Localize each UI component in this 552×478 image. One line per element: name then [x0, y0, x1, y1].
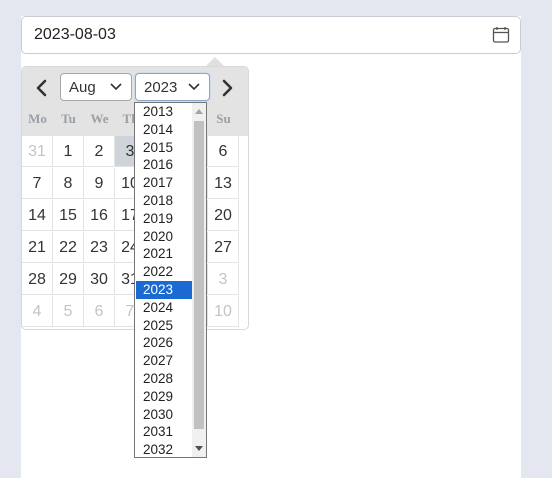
day-cell[interactable]: 30	[84, 264, 115, 295]
day-cell[interactable]: 27	[208, 232, 239, 263]
year-dropdown-list[interactable]: 2013 2014 2015 2016 2017 2018 2019 2020 2021 2022…	[134, 102, 207, 458]
next-month-button[interactable]	[217, 77, 239, 99]
chevron-down-icon	[110, 83, 122, 91]
year-option[interactable]: 2032	[136, 441, 192, 457]
month-select-value: Aug	[69, 79, 96, 96]
date-input-value: 2023-08-03	[34, 26, 116, 43]
chevron-left-icon	[36, 79, 47, 97]
chevron-right-icon	[222, 79, 233, 97]
year-option[interactable]: 2017	[136, 174, 192, 192]
day-cell[interactable]: 8	[53, 168, 84, 199]
year-option[interactable]: 2030	[136, 406, 192, 424]
year-select[interactable]: 2023	[135, 73, 210, 101]
month-select[interactable]: Aug	[60, 73, 132, 101]
day-cell[interactable]: 20	[208, 200, 239, 231]
day-cell[interactable]: 1	[53, 136, 84, 167]
day-cell[interactable]: 13	[208, 168, 239, 199]
day-cell[interactable]: 16	[84, 200, 115, 231]
year-option[interactable]: 2027	[136, 352, 192, 370]
day-cell[interactable]: 21	[22, 232, 53, 263]
weekday-label: We	[90, 111, 109, 126]
year-option[interactable]: 2031	[136, 423, 192, 441]
day-cell[interactable]: 4	[22, 296, 53, 327]
day-cell[interactable]: 14	[22, 200, 53, 231]
day-cell[interactable]: 10	[208, 296, 239, 327]
day-cell[interactable]: 6	[208, 136, 239, 167]
calendar-icon[interactable]	[492, 26, 510, 44]
year-option[interactable]: 2026	[136, 334, 192, 352]
scroll-up-arrow-icon[interactable]	[195, 109, 203, 114]
day-cell[interactable]: 7	[22, 168, 53, 199]
year-option[interactable]: 2016	[136, 156, 192, 174]
year-option[interactable]: 2024	[136, 299, 192, 317]
year-option[interactable]: 2013	[136, 103, 192, 121]
year-option[interactable]: 2028	[136, 370, 192, 388]
popup-caret	[206, 57, 224, 66]
day-cell[interactable]: 15	[53, 200, 84, 231]
year-option[interactable]: 2020	[136, 228, 192, 246]
scrollbar-thumb[interactable]	[194, 121, 204, 429]
year-option[interactable]: 2019	[136, 210, 192, 228]
date-input[interactable]: 2023-08-03	[21, 16, 521, 54]
prev-month-button[interactable]	[30, 77, 52, 99]
day-cell[interactable]: 22	[53, 232, 84, 263]
weekday-label: Su	[216, 111, 231, 126]
day-cell[interactable]: 9	[84, 168, 115, 199]
year-select-value: 2023	[144, 79, 178, 96]
year-option[interactable]: 2015	[136, 139, 192, 157]
year-option[interactable]: 2014	[136, 121, 192, 139]
day-cell[interactable]: 29	[53, 264, 84, 295]
scroll-down-arrow-icon[interactable]	[195, 446, 203, 451]
day-cell[interactable]: 3	[208, 264, 239, 295]
weekday-label: Tu	[61, 111, 76, 126]
year-option[interactable]: 2022	[136, 263, 192, 281]
year-option[interactable]: 2029	[136, 388, 192, 406]
chevron-down-icon	[188, 83, 200, 91]
year-option[interactable]: 2021	[136, 245, 192, 263]
day-cell[interactable]: 5	[53, 296, 84, 327]
day-cell[interactable]: 23	[84, 232, 115, 263]
day-cell[interactable]: 2	[84, 136, 115, 167]
year-option[interactable]: 2018	[136, 192, 192, 210]
day-cell[interactable]: 31	[22, 136, 53, 167]
year-option[interactable]: 2025	[136, 317, 192, 335]
day-cell[interactable]: 28	[22, 264, 53, 295]
dropdown-scrollbar[interactable]	[192, 103, 206, 457]
year-option[interactable]: 2023	[136, 281, 192, 299]
weekday-label: Mo	[28, 111, 47, 126]
day-cell[interactable]: 6	[84, 296, 115, 327]
